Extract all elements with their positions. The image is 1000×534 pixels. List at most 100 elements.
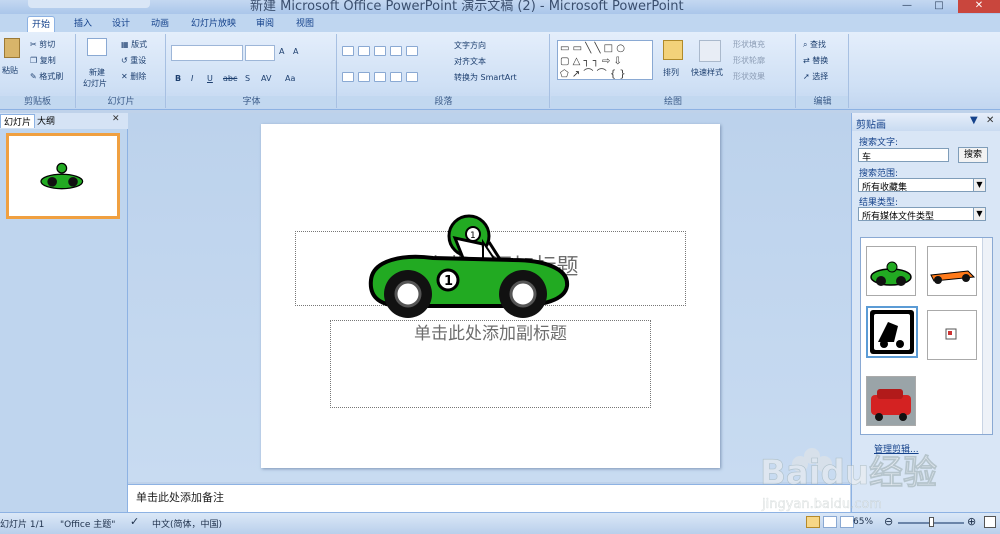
italic-button[interactable]: I xyxy=(191,74,193,84)
watermark-subtext: jingyan.baidu.com xyxy=(761,497,882,512)
zoom-in-icon[interactable]: ⊕ xyxy=(967,515,976,528)
columns-icon[interactable] xyxy=(406,72,418,82)
shape-outline-button[interactable]: 形状轮廓 xyxy=(733,56,765,66)
copy-button[interactable]: ❐ 复制 xyxy=(30,56,56,66)
strikethrough-button[interactable]: abc xyxy=(223,74,237,84)
underline-button[interactable]: U xyxy=(207,74,213,84)
shapes-gallery[interactable]: ▭ ▭ ╲ ╲ □ ○ ▢ △ ┐ ┐ ⇨ ⇩ ⬠ ↗ ⌒ ⌒ { } xyxy=(557,40,653,80)
delete-slide-button[interactable]: ✕ 删除 xyxy=(121,72,146,82)
tab-slides[interactable]: 幻灯片 xyxy=(0,114,36,128)
tab-home[interactable]: 开始 xyxy=(27,16,56,32)
pane-menu-icon[interactable]: ▼ xyxy=(970,115,978,126)
clip-result-green-race-car[interactable] xyxy=(866,246,916,296)
clip-results-list[interactable] xyxy=(860,237,993,435)
ribbon: 粘贴 ✂ 剪切 ❐ 复制 ✎ 格式刷 剪贴板 新建 幻灯片 ▦ 版式 ↺ 重设 … xyxy=(0,32,1000,110)
close-button[interactable]: ✕ xyxy=(958,0,1000,13)
cut-button[interactable]: ✂ 剪切 xyxy=(30,40,55,50)
quick-styles-button[interactable]: 快速样式 xyxy=(691,68,723,78)
align-text-button[interactable]: 对齐文本 xyxy=(454,57,486,67)
clip-result-missing-image[interactable] xyxy=(927,310,977,360)
new-slide-button[interactable]: 新建 xyxy=(89,68,105,78)
tab-design[interactable]: 设计 xyxy=(108,16,134,32)
tab-slideshow[interactable]: 幻灯片放映 xyxy=(187,16,240,32)
layout-button[interactable]: ▦ 版式 xyxy=(121,40,147,50)
arrange-button[interactable]: 排列 xyxy=(663,68,679,78)
smartart-button[interactable]: 转换为 SmartArt xyxy=(454,73,517,83)
chevron-down-icon[interactable]: ▼ xyxy=(973,179,985,191)
font-name-combo[interactable] xyxy=(171,45,243,61)
results-scrollbar[interactable] xyxy=(982,238,992,434)
slide-count-status: 幻灯片 1/1 xyxy=(0,520,45,530)
justify-icon[interactable] xyxy=(390,72,402,82)
zoom-out-icon[interactable]: ⊖ xyxy=(884,515,893,528)
increase-indent-icon[interactable] xyxy=(390,46,402,56)
numbering-icon[interactable] xyxy=(358,46,370,56)
align-left-icon[interactable] xyxy=(342,72,354,82)
line-spacing-icon[interactable] xyxy=(406,46,418,56)
font-group-label: 字体 xyxy=(167,96,336,108)
zoom-level[interactable]: 65% xyxy=(853,517,873,527)
bold-button[interactable]: B xyxy=(175,74,181,84)
subtitle-placeholder[interactable]: 单击此处添加副标题 xyxy=(330,320,651,408)
slideshow-view-icon[interactable] xyxy=(840,516,854,528)
clip-result-orange-race-car[interactable] xyxy=(927,246,977,296)
find-label: 查找 xyxy=(810,40,827,49)
select-button[interactable]: ➚ 选择 xyxy=(803,72,828,82)
maximize-button[interactable]: □ xyxy=(924,0,954,13)
slide-thumbnail[interactable] xyxy=(6,133,120,219)
pane-close-icon[interactable]: ✕ xyxy=(112,114,120,124)
language-status[interactable]: 中文(简体，中国) xyxy=(152,517,222,530)
slide-thumbnail-canvas xyxy=(9,136,117,216)
chevron-down-icon[interactable]: ▼ xyxy=(973,208,985,220)
search-text-label: 搜索文字: xyxy=(859,138,899,148)
fit-to-window-icon[interactable] xyxy=(984,516,996,528)
slides-pane-tabs: 幻灯片 大纲 ✕ xyxy=(0,113,128,129)
font-size-combo[interactable] xyxy=(245,45,275,61)
replace-button[interactable]: ⇄ 替换 xyxy=(803,56,828,66)
search-scope-select[interactable]: 所有收藏集 ▼ xyxy=(858,178,986,193)
slide-sorter-icon[interactable] xyxy=(823,516,837,528)
char-spacing-button[interactable]: AV xyxy=(261,74,271,84)
reset-icon: ↺ xyxy=(121,56,131,65)
grow-font-button[interactable]: A xyxy=(279,47,284,57)
font-group: A A B I U abc S AV Aa 字体 xyxy=(167,34,337,108)
shape-fill-button[interactable]: 形状填充 xyxy=(733,40,765,50)
decrease-indent-icon[interactable] xyxy=(374,46,386,56)
text-direction-button[interactable]: 文字方向 xyxy=(454,41,486,51)
cursor-icon: ➚ xyxy=(803,72,813,81)
notes-pane[interactable]: 单击此处添加备注 xyxy=(128,484,850,512)
zoom-slider-thumb[interactable] xyxy=(929,517,935,527)
align-center-icon[interactable] xyxy=(358,72,370,82)
race-car-clipart-icon[interactable]: 1 1 xyxy=(363,208,573,318)
search-input[interactable]: 车 xyxy=(858,148,949,163)
normal-view-icon[interactable] xyxy=(806,516,820,528)
pane-close-icon[interactable]: ✕ xyxy=(986,115,994,126)
clip-result-tow-truck[interactable] xyxy=(866,306,918,358)
tab-animations[interactable]: 动画 xyxy=(147,16,173,32)
change-case-button[interactable]: Aa xyxy=(285,74,295,84)
tab-review[interactable]: 审阅 xyxy=(252,16,278,32)
reset-button[interactable]: ↺ 重设 xyxy=(121,56,146,66)
format-painter-button[interactable]: ✎ 格式刷 xyxy=(30,72,63,82)
find-button[interactable]: ⌕ 查找 xyxy=(803,40,826,50)
spellcheck-icon[interactable]: ✓ xyxy=(130,515,139,528)
align-right-icon[interactable] xyxy=(374,72,386,82)
quick-access-toolbar[interactable] xyxy=(28,0,150,8)
search-button[interactable]: 搜索 xyxy=(958,147,988,163)
tab-insert[interactable]: 插入 xyxy=(70,16,96,32)
paste-button[interactable]: 粘贴 xyxy=(2,66,18,76)
shadow-button[interactable]: S xyxy=(245,74,250,84)
tab-outline[interactable]: 大纲 xyxy=(34,114,58,128)
slide-canvas[interactable]: 单击此处添加标题 单击此处添加副标题 1 1 xyxy=(261,124,720,468)
bullets-icon[interactable] xyxy=(342,46,354,56)
minimize-button[interactable]: — xyxy=(892,0,922,13)
shrink-font-button[interactable]: A xyxy=(293,47,298,57)
tab-view[interactable]: 视图 xyxy=(292,16,318,32)
theme-status[interactable]: "Office 主题" xyxy=(60,517,115,530)
shape-effects-button[interactable]: 形状效果 xyxy=(733,72,765,82)
copy-label: 复制 xyxy=(39,56,56,65)
clip-result-red-car-photo[interactable] xyxy=(866,376,916,426)
result-type-select[interactable]: 所有媒体文件类型 ▼ xyxy=(858,207,986,222)
clip-art-header: 剪贴画 ▼ ✕ xyxy=(852,113,1000,131)
editing-group: ⌕ 查找 ⇄ 替换 ➚ 选择 编辑 xyxy=(797,34,849,108)
